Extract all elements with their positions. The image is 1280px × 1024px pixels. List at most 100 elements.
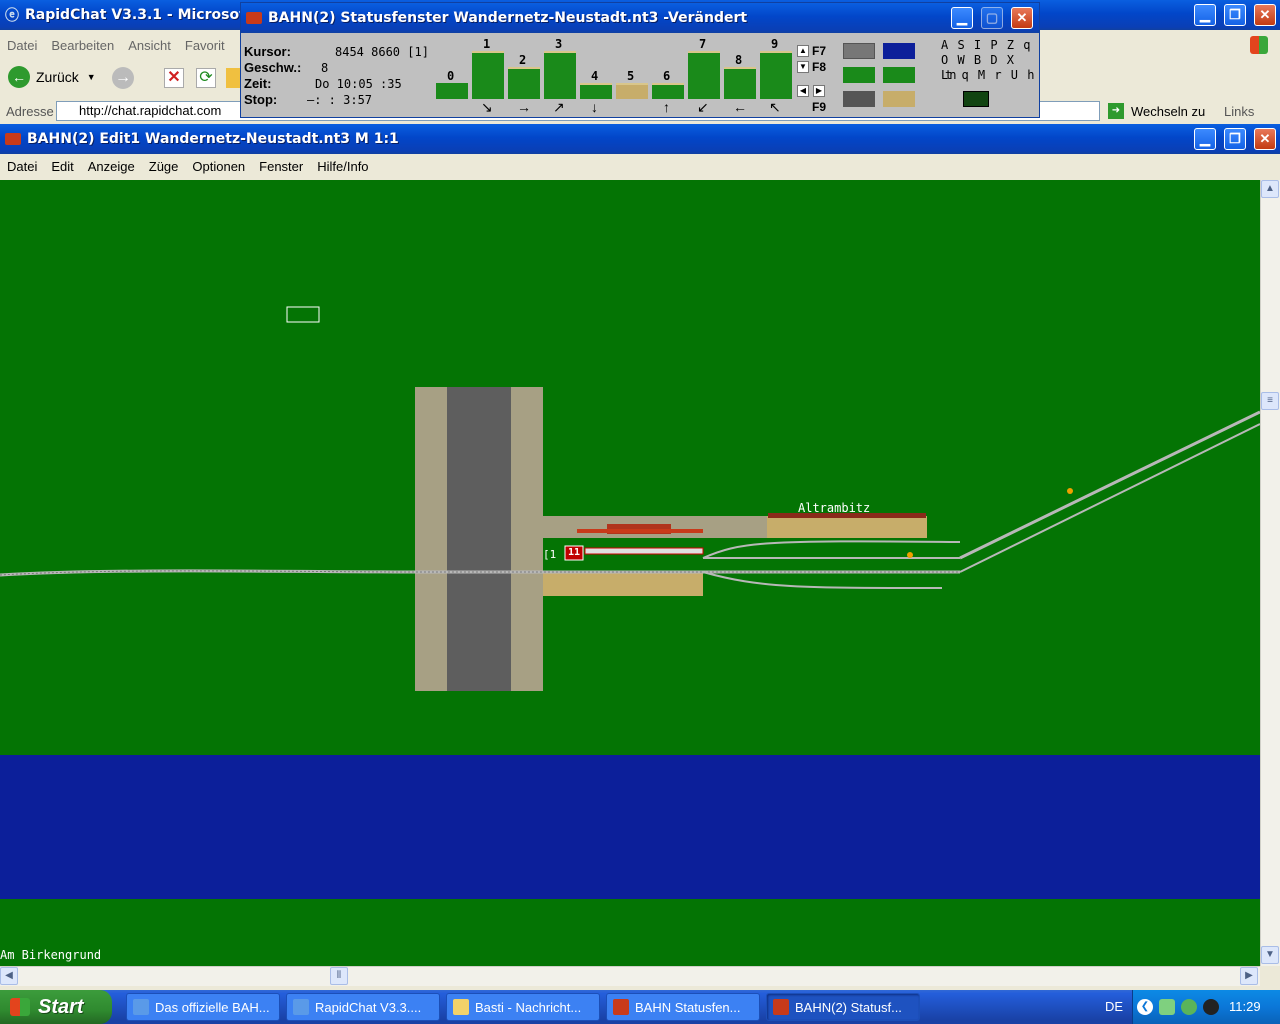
- tool-tile-road[interactable]: [843, 91, 875, 107]
- arrow-nw-icon: ↖: [769, 99, 781, 115]
- network-icon[interactable]: [1159, 999, 1175, 1015]
- forward-arrow-icon[interactable]: →: [112, 67, 134, 89]
- goto-button[interactable]: Wechseln zu: [1131, 104, 1205, 119]
- editor-title: BAHN(2) Edit1 Wandernetz-Neustadt.nt3 M …: [27, 131, 399, 147]
- status-window: BAHN(2) Statusfenster Wandernetz-Neustad…: [240, 2, 1040, 118]
- train-app-icon: [613, 999, 629, 1015]
- menu-fenster[interactable]: Fenster: [252, 159, 310, 174]
- dir-tile-6[interactable]: [652, 83, 684, 99]
- chevron-down-icon[interactable]: ▼: [87, 72, 96, 82]
- menu-ansicht[interactable]: Ansicht: [121, 38, 178, 53]
- menu-edit[interactable]: Edit: [44, 159, 80, 174]
- scroll-down-icon[interactable]: ▼: [1261, 946, 1279, 964]
- dir-tile-4[interactable]: [580, 83, 612, 99]
- users-icon[interactable]: [1181, 999, 1197, 1015]
- scroll-thumb-vertical[interactable]: ≡: [1261, 392, 1279, 410]
- tool-tile-trees[interactable]: [883, 67, 915, 83]
- menu-datei[interactable]: Datei: [0, 38, 44, 53]
- scroll-right-icon[interactable]: ▶: [1240, 967, 1258, 985]
- back-button[interactable]: ← Zurück ▼: [8, 66, 96, 88]
- task-bahn2-status[interactable]: BAHN(2) Statusf...: [766, 993, 920, 1021]
- geschw-value: 8: [321, 61, 329, 75]
- letters-row-1: A S I P Z q: [941, 38, 1032, 52]
- spin-down-icon[interactable]: ▼: [797, 61, 809, 73]
- editor-window: BAHN(2) Edit1 Wandernetz-Neustadt.nt3 M …: [0, 124, 1280, 990]
- fkey-f7[interactable]: F7: [812, 44, 826, 58]
- task-rapidchat[interactable]: RapidChat V3.3....: [286, 993, 440, 1021]
- task-bahn-website[interactable]: Das offizielle BAH...: [126, 993, 280, 1021]
- dir-tile-9[interactable]: [760, 51, 792, 99]
- siding-track-2: [702, 571, 943, 589]
- dir-number-1: 1: [483, 37, 491, 51]
- dir-tile-8[interactable]: [724, 67, 756, 99]
- browser-title: RapidChat V3.3.1 - Microsof: [25, 7, 246, 23]
- tool-tile-water[interactable]: [883, 43, 915, 59]
- menu-optionen[interactable]: Optionen: [185, 159, 252, 174]
- restore-button[interactable]: ❐: [1224, 4, 1246, 26]
- editor-close-button[interactable]: ✕: [1254, 128, 1276, 150]
- refresh-icon[interactable]: ⟳: [196, 68, 216, 88]
- tool-tile-rail[interactable]: [843, 43, 875, 59]
- fkey-f9[interactable]: F9: [812, 100, 826, 114]
- tool-tile-train[interactable]: [963, 91, 989, 107]
- dir-tile-1[interactable]: [472, 51, 504, 99]
- windows-flag-icon: [10, 998, 30, 1016]
- system-tray: ❮ 11:29: [1132, 990, 1280, 1024]
- editor-maximize-button[interactable]: ❐: [1224, 128, 1246, 150]
- clock-time[interactable]: 11:29: [1229, 999, 1261, 1014]
- train-app-icon: [773, 999, 789, 1015]
- dir-tile-5[interactable]: [616, 83, 648, 99]
- river: [0, 755, 1260, 899]
- train-app-icon: [5, 133, 21, 145]
- go-arrow-icon[interactable]: ➜: [1108, 103, 1124, 119]
- links-button[interactable]: Links: [1224, 104, 1254, 119]
- menu-datei[interactable]: Datei: [0, 159, 44, 174]
- start-button[interactable]: Start: [0, 990, 112, 1024]
- status-minimize-button[interactable]: ▁: [951, 7, 973, 29]
- ie-icon: [293, 999, 309, 1015]
- editor-titlebar[interactable]: BAHN(2) Edit1 Wandernetz-Neustadt.nt3 M …: [0, 124, 1280, 154]
- spin-up-icon[interactable]: ▲: [797, 45, 809, 57]
- train-number-label[interactable]: 11: [568, 547, 580, 558]
- stop-icon[interactable]: ✕: [164, 68, 184, 88]
- vertical-scrollbar[interactable]: ▲ ≡ ▼: [1260, 180, 1280, 966]
- antivirus-icon[interactable]: [1203, 999, 1219, 1015]
- language-indicator[interactable]: DE: [1105, 999, 1123, 1014]
- menu-zuege[interactable]: Züge: [142, 159, 186, 174]
- tool-tile-track[interactable]: [843, 67, 875, 83]
- fkey-f8[interactable]: F8: [812, 60, 826, 74]
- dir-number-6: 6: [663, 69, 671, 83]
- spin-right-icon[interactable]: ▶: [813, 85, 825, 97]
- platform-upper: [767, 516, 927, 538]
- signal-1: [907, 552, 913, 558]
- close-button[interactable]: ✕: [1254, 4, 1276, 26]
- scroll-left-icon[interactable]: ◀: [0, 967, 18, 985]
- tray-expand-icon[interactable]: ❮: [1137, 999, 1153, 1015]
- task-bahn-status[interactable]: BAHN Statusfen...: [606, 993, 760, 1021]
- minimize-button[interactable]: ▁: [1194, 4, 1216, 26]
- dir-tile-2[interactable]: [508, 67, 540, 99]
- task-basti-message[interactable]: Basti - Nachricht...: [446, 993, 600, 1021]
- horizontal-scrollbar[interactable]: ◀ ⦀ ▶: [0, 966, 1260, 986]
- menu-favoriten[interactable]: Favorit: [178, 38, 232, 53]
- menu-anzeige[interactable]: Anzeige: [81, 159, 142, 174]
- status-title: BAHN(2) Statusfenster Wandernetz-Neustad…: [268, 10, 748, 26]
- zeit-label: Zeit:: [244, 76, 272, 91]
- tool-tile-station[interactable]: [883, 91, 915, 107]
- dir-tile-0[interactable]: [436, 83, 468, 99]
- scroll-up-icon[interactable]: ▲: [1261, 180, 1279, 198]
- scroll-thumb-horizontal[interactable]: ⦀: [330, 967, 348, 985]
- status-titlebar[interactable]: BAHN(2) Statusfenster Wandernetz-Neustad…: [241, 3, 1039, 33]
- home-icon[interactable]: [226, 68, 240, 88]
- status-close-button[interactable]: ✕: [1011, 7, 1033, 29]
- spin-left-icon[interactable]: ◀: [797, 85, 809, 97]
- dir-tile-7[interactable]: [688, 51, 720, 99]
- menu-hilfe[interactable]: Hilfe/Info: [310, 159, 375, 174]
- dir-tile-3[interactable]: [544, 51, 576, 99]
- editor-minimize-button[interactable]: ▁: [1194, 128, 1216, 150]
- map-canvas[interactable]: Altrambitz [1 11 Am Birkengrund: [0, 180, 1260, 966]
- windows-flag-icon: [1250, 36, 1268, 54]
- menu-bearbeiten[interactable]: Bearbeiten: [44, 38, 121, 53]
- signal-2: [1067, 488, 1073, 494]
- status-maximize-button: ▢: [981, 7, 1003, 29]
